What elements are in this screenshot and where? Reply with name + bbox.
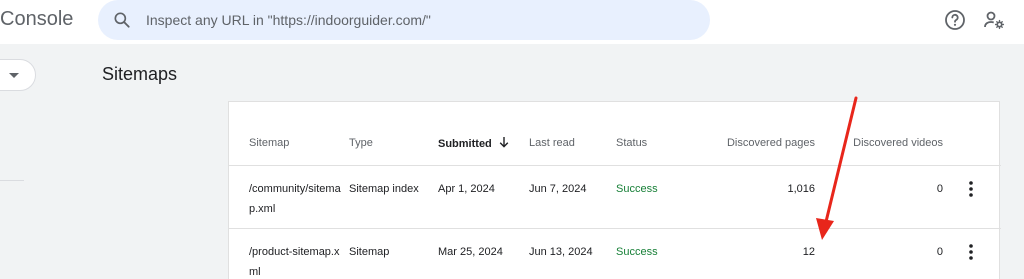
url-inspection-search[interactable] bbox=[98, 0, 710, 40]
table-row[interactable]: /product-sitemap.x ml Sitemap Mar 25, 202… bbox=[229, 228, 1001, 279]
column-header-actions bbox=[947, 102, 1001, 166]
account-settings-icon[interactable] bbox=[982, 8, 1006, 32]
cell-submitted: Apr 1, 2024 bbox=[438, 165, 529, 229]
more-vert-icon[interactable] bbox=[961, 179, 981, 199]
arrow-down-icon bbox=[499, 137, 509, 148]
cell-discovered-videos: 0 bbox=[819, 165, 947, 229]
cell-actions bbox=[947, 165, 1001, 229]
cell-type: Sitemap index bbox=[349, 165, 438, 229]
page-title: Sitemaps bbox=[102, 64, 178, 84]
column-header-submitted[interactable]: Submitted bbox=[438, 102, 529, 166]
cell-submitted: Mar 25, 2024 bbox=[438, 228, 529, 279]
sidebar-divider bbox=[0, 180, 24, 181]
sitemaps-table: Sitemap Type Submitted Last read Status … bbox=[229, 102, 1001, 279]
cell-discovered-pages: 12 bbox=[701, 228, 819, 279]
cell-status: Success bbox=[616, 165, 701, 229]
cell-discovered-videos: 0 bbox=[819, 228, 947, 279]
product-title: Console bbox=[0, 8, 74, 30]
column-header-last-read[interactable]: Last read bbox=[529, 102, 616, 166]
cell-status: Success bbox=[616, 228, 701, 279]
help-icon[interactable] bbox=[943, 8, 967, 32]
cell-last-read: Jun 13, 2024 bbox=[529, 228, 616, 279]
search-input[interactable] bbox=[146, 0, 686, 40]
search-icon bbox=[114, 12, 130, 28]
column-header-discovered-pages[interactable]: Discovered pages bbox=[701, 102, 819, 166]
more-vert-icon[interactable] bbox=[961, 242, 981, 262]
column-header-discovered-videos[interactable]: Discovered videos bbox=[819, 102, 947, 166]
cell-sitemap[interactable]: /product-sitemap.x ml bbox=[229, 228, 349, 279]
top-bar: Console bbox=[0, 0, 1024, 44]
column-header-status[interactable]: Status bbox=[616, 102, 701, 166]
column-header-type[interactable]: Type bbox=[349, 102, 438, 166]
cell-sitemap[interactable]: /community/sitema p.xml bbox=[229, 165, 349, 229]
search-console-screen: Console Sitemaps Sitemap Type Submitted … bbox=[0, 0, 1024, 279]
cell-discovered-pages: 1,016 bbox=[701, 165, 819, 229]
cell-last-read: Jun 7, 2024 bbox=[529, 165, 616, 229]
property-selector[interactable] bbox=[0, 59, 36, 91]
caret-down-icon bbox=[9, 73, 19, 78]
cell-actions bbox=[947, 228, 1001, 279]
sitemaps-card: Sitemap Type Submitted Last read Status … bbox=[228, 101, 1001, 279]
cell-type: Sitemap bbox=[349, 228, 438, 279]
column-header-sitemap[interactable]: Sitemap bbox=[229, 102, 349, 166]
table-header-row: Sitemap Type Submitted Last read Status … bbox=[229, 102, 1001, 166]
table-row[interactable]: /community/sitema p.xml Sitemap index Apr… bbox=[229, 165, 1001, 229]
